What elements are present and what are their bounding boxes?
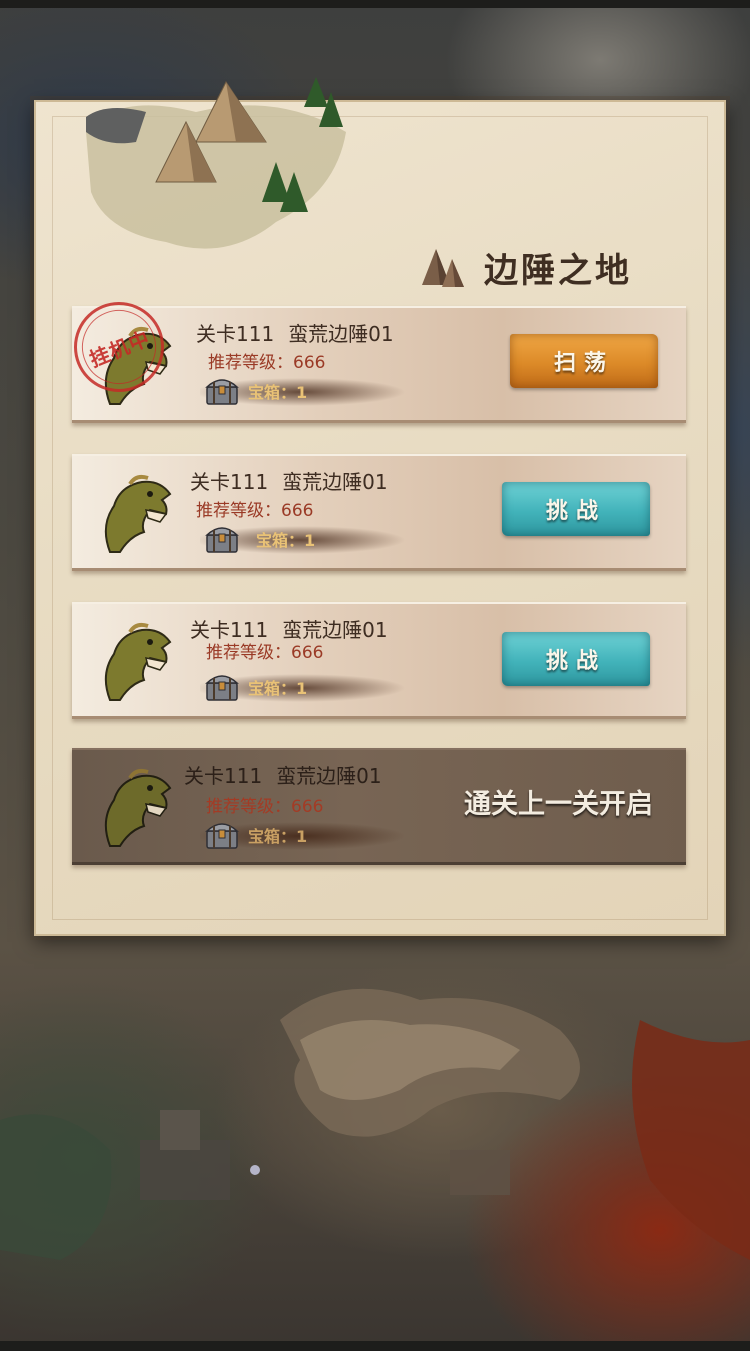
sweep-button-label: 扫荡 <box>553 351 614 376</box>
bottom-edge <box>0 1341 750 1351</box>
recommended-level: 推荐等级：666 <box>208 353 326 373</box>
stage-row: 挂机中 关卡111 蛮荒边陲01 推荐等级：666 宝箱：1 扫荡 <box>60 288 686 423</box>
chest-count: 宝箱：1 <box>248 383 308 402</box>
world-map-terrain <box>0 988 750 1260</box>
stage-title: 关卡111 蛮荒边陲01 <box>190 466 388 495</box>
stage-name: 蛮荒边陲01 <box>276 764 382 788</box>
stage-id: 关卡111 <box>196 322 275 346</box>
recommended-level: 推荐等级：666 <box>196 501 314 521</box>
challenge-button-label: 挑战 <box>545 499 606 524</box>
panel-title-group: 边陲之地 <box>420 242 632 292</box>
stage-row: 关卡111 蛮荒边陲01 推荐等级：666 宝箱：1 挑战 <box>72 454 686 571</box>
chest-reward: 宝箱：1 <box>200 372 410 408</box>
treasure-chest-icon <box>205 379 239 405</box>
stage-name: 蛮荒边陲01 <box>288 322 394 346</box>
chest-count: 宝箱：1 <box>248 827 308 846</box>
dinosaur-avatar-icon <box>104 768 172 847</box>
stage-row-locked: 关卡111 蛮荒边陲01 推荐等级：666 宝箱：1 通关上一关开启 <box>72 748 686 865</box>
stage-id: 关卡111 <box>184 764 263 788</box>
chest-reward: 宝箱：1 <box>200 816 410 852</box>
unlock-requirement-text: 通关上一关开启 <box>464 789 653 820</box>
stage-row: 关卡111 蛮荒边陲01 推荐等级：666 宝箱：1 挑战 <box>72 602 686 719</box>
chest-count: 宝箱：1 <box>256 531 316 550</box>
stage-title: 关卡111 蛮荒边陲01 <box>184 760 382 789</box>
stamp-label: 挂机中 <box>85 325 154 372</box>
treasure-chest-icon <box>205 823 239 849</box>
stage-name: 蛮荒边陲01 <box>282 470 388 494</box>
challenge-button[interactable]: 挑战 <box>502 632 650 686</box>
mountain-map-illustration <box>86 77 346 249</box>
sweep-button[interactable]: 扫荡 <box>510 334 658 388</box>
recommended-level: 推荐等级：666 <box>206 643 324 663</box>
recommended-level: 推荐等级：666 <box>206 797 324 817</box>
chest-count: 宝箱：1 <box>248 679 308 698</box>
treasure-chest-icon <box>205 675 239 701</box>
treasure-chest-icon <box>205 527 239 553</box>
mountain-icon <box>422 249 464 287</box>
chest-reward: 宝箱：1 <box>200 520 410 556</box>
stage-title: 关卡111 蛮荒边陲01 <box>196 318 394 347</box>
top-edge <box>0 0 750 8</box>
dinosaur-avatar-icon <box>104 474 172 553</box>
panel-title: 边陲之地 <box>484 250 632 291</box>
stage-id: 关卡111 <box>190 470 269 494</box>
challenge-button-label: 挑战 <box>545 649 606 674</box>
dinosaur-avatar-icon <box>104 622 172 701</box>
chest-reward: 宝箱：1 <box>200 668 410 704</box>
challenge-button[interactable]: 挑战 <box>502 482 650 536</box>
